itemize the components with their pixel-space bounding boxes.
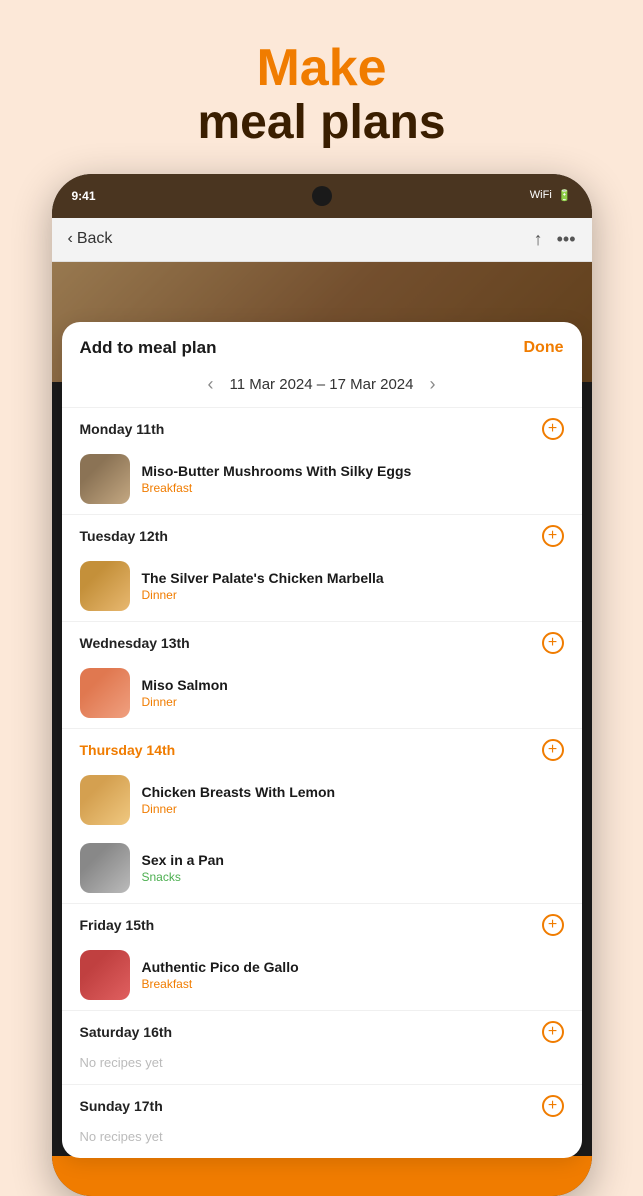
recipe-name-tuesday-0: The Silver Palate's Chicken Marbella	[142, 570, 564, 586]
recipe-name-thursday-1: Sex in a Pan	[142, 852, 564, 868]
next-week-button[interactable]: ›	[430, 374, 436, 395]
recipe-type-tuesday-0: Dinner	[142, 588, 564, 602]
device-notch	[312, 186, 332, 206]
recipe-item-tuesday-0[interactable]: The Silver Palate's Chicken Marbella Dinn…	[62, 553, 582, 621]
add-recipe-thursday[interactable]: +	[542, 739, 564, 761]
recipe-name-monday-0: Miso-Butter Mushrooms With Silky Eggs	[142, 463, 564, 479]
day-header-friday: Friday 15th +	[62, 904, 582, 942]
done-button[interactable]: Done	[524, 339, 564, 357]
modal-header: Add to meal plan Done	[62, 322, 582, 368]
day-header-tuesday: Tuesday 12th +	[62, 515, 582, 553]
recipe-type-monday-0: Breakfast	[142, 481, 564, 495]
recipe-type-wednesday-0: Dinner	[142, 695, 564, 709]
day-section-wednesday: Wednesday 13th + Miso Salmon Dinner	[62, 621, 582, 728]
recipe-item-wednesday-0[interactable]: Miso Salmon Dinner	[62, 660, 582, 728]
no-recipes-saturday: No recipes yet	[62, 1049, 582, 1084]
recipe-type-thursday-1: Snacks	[142, 870, 564, 884]
recipe-thumb-thursday-0	[80, 775, 130, 825]
nav-bar: ‹ Back ↑ •••	[52, 218, 592, 262]
bottom-bar	[52, 1156, 592, 1196]
status-icons: WiFi 🔋	[530, 189, 572, 202]
meal-plan-modal: Add to meal plan Done ‹ 11 Mar 2024 – 17…	[62, 322, 582, 1158]
recipe-name-thursday-0: Chicken Breasts With Lemon	[142, 784, 564, 800]
day-section-friday: Friday 15th + Authentic Pico de Gallo Break…	[62, 903, 582, 1010]
recipe-info-wednesday-0: Miso Salmon Dinner	[142, 677, 564, 709]
day-header-monday: Monday 11th +	[62, 408, 582, 446]
device-frame: 9:41 WiFi 🔋 ‹ Back ↑ ••• Add to meal pla…	[52, 174, 592, 1196]
headline: Make meal plans	[197, 40, 445, 150]
modal-title: Add to meal plan	[80, 338, 217, 358]
add-recipe-friday[interactable]: +	[542, 914, 564, 936]
day-section-monday: Monday 11th + Miso-Butter Mushrooms With S…	[62, 407, 582, 514]
recipe-thumb-thursday-1	[80, 843, 130, 893]
add-recipe-wednesday[interactable]: +	[542, 632, 564, 654]
share-icon[interactable]: ↑	[534, 229, 543, 250]
recipe-info-monday-0: Miso-Butter Mushrooms With Silky Eggs Bre…	[142, 463, 564, 495]
day-label-tuesday: Tuesday 12th	[80, 528, 168, 544]
day-label-friday: Friday 15th	[80, 917, 155, 933]
recipe-type-thursday-0: Dinner	[142, 802, 564, 816]
recipe-type-friday-0: Breakfast	[142, 977, 564, 991]
recipe-name-wednesday-0: Miso Salmon	[142, 677, 564, 693]
status-bar: 9:41 WiFi 🔋	[52, 174, 592, 218]
headline-make: Make	[197, 40, 445, 97]
recipe-info-friday-0: Authentic Pico de Gallo Breakfast	[142, 959, 564, 991]
recipe-thumb-monday-0	[80, 454, 130, 504]
recipe-thumb-tuesday-0	[80, 561, 130, 611]
day-section-thursday: Thursday 14th + Chicken Breasts With Lemon…	[62, 728, 582, 903]
recipe-item-thursday-0[interactable]: Chicken Breasts With Lemon Dinner	[62, 767, 582, 835]
date-navigation: ‹ 11 Mar 2024 – 17 Mar 2024 ›	[62, 368, 582, 407]
day-label-monday: Monday 11th	[80, 421, 165, 437]
day-header-saturday: Saturday 16th +	[62, 1011, 582, 1049]
day-header-thursday: Thursday 14th +	[62, 729, 582, 767]
day-label-saturday: Saturday 16th	[80, 1024, 173, 1040]
recipe-item-friday-0[interactable]: Authentic Pico de Gallo Breakfast	[62, 942, 582, 1010]
headline-sub: meal plans	[197, 97, 445, 150]
day-section-sunday: Sunday 17th + No recipes yet	[62, 1084, 582, 1158]
recipe-thumb-friday-0	[80, 950, 130, 1000]
recipe-name-friday-0: Authentic Pico de Gallo	[142, 959, 564, 975]
recipe-item-thursday-1[interactable]: Sex in a Pan Snacks	[62, 835, 582, 903]
back-chevron-icon: ‹	[68, 230, 73, 248]
back-button[interactable]: ‹ Back	[68, 230, 113, 248]
battery-icon: 🔋	[558, 189, 572, 202]
prev-week-button[interactable]: ‹	[207, 374, 213, 395]
back-label: Back	[77, 230, 113, 248]
day-section-tuesday: Tuesday 12th + The Silver Palate's Chicken…	[62, 514, 582, 621]
day-header-sunday: Sunday 17th +	[62, 1085, 582, 1123]
recipe-thumb-wednesday-0	[80, 668, 130, 718]
add-recipe-sunday[interactable]: +	[542, 1095, 564, 1117]
wifi-icon: WiFi	[530, 189, 552, 202]
day-label-wednesday: Wednesday 13th	[80, 635, 190, 651]
nav-actions: ↑ •••	[534, 229, 576, 250]
add-recipe-tuesday[interactable]: +	[542, 525, 564, 547]
day-header-wednesday: Wednesday 13th +	[62, 622, 582, 660]
more-icon[interactable]: •••	[557, 229, 576, 250]
day-label-thursday: Thursday 14th	[80, 742, 176, 758]
day-section-saturday: Saturday 16th + No recipes yet	[62, 1010, 582, 1084]
date-range-label: 11 Mar 2024 – 17 Mar 2024	[229, 376, 413, 393]
recipe-info-thursday-0: Chicken Breasts With Lemon Dinner	[142, 784, 564, 816]
recipe-item-monday-0[interactable]: Miso-Butter Mushrooms With Silky Eggs Bre…	[62, 446, 582, 514]
status-time: 9:41	[72, 189, 96, 203]
no-recipes-sunday: No recipes yet	[62, 1123, 582, 1158]
recipe-info-tuesday-0: The Silver Palate's Chicken Marbella Dinn…	[142, 570, 564, 602]
recipe-info-thursday-1: Sex in a Pan Snacks	[142, 852, 564, 884]
add-recipe-saturday[interactable]: +	[542, 1021, 564, 1043]
add-recipe-monday[interactable]: +	[542, 418, 564, 440]
day-label-sunday: Sunday 17th	[80, 1098, 163, 1114]
days-list: Monday 11th + Miso-Butter Mushrooms With S…	[62, 407, 582, 1158]
